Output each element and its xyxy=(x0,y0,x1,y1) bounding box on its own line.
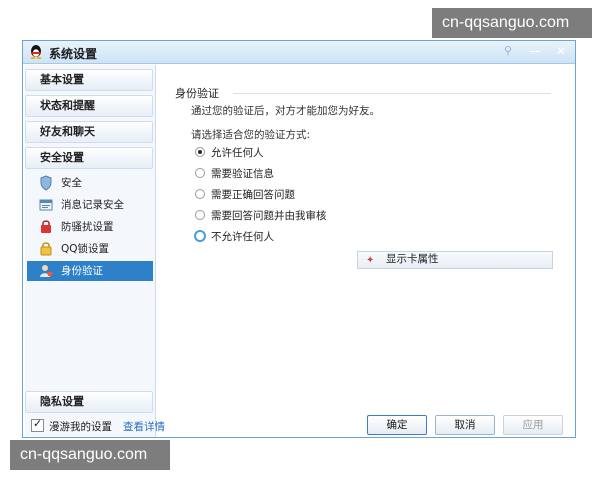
card-icon: ✦ xyxy=(366,255,375,266)
roam-label: 漫游我的设置 xyxy=(49,421,112,433)
sidebar-section-privacy[interactable]: 隐私设置 xyxy=(25,391,153,413)
option-label: 不允许任何人 xyxy=(211,231,274,243)
shield-icon xyxy=(40,175,52,191)
settings-window: 系统设置 ⚲ — ✕ 基本设置 状态和提醒 好友和聊天 安全设置 安全 消息记录… xyxy=(22,40,576,438)
option-label: 需要验证信息 xyxy=(211,168,274,180)
check-icon: ✓ xyxy=(33,417,43,430)
sidebar-item-security[interactable]: 安全 xyxy=(27,173,153,193)
identity-icon xyxy=(40,265,53,277)
group-title: 身份验证 xyxy=(175,87,219,100)
sidebar-item-label: QQ锁设置 xyxy=(61,243,110,255)
group-divider xyxy=(233,93,551,94)
radio-button[interactable] xyxy=(195,189,205,199)
window-title: 系统设置 xyxy=(49,47,98,61)
sidebar-item-anti-harass[interactable]: 防骚扰设置 xyxy=(27,217,153,237)
radio-button[interactable] xyxy=(195,168,205,178)
minimize-button[interactable]: — xyxy=(523,43,547,59)
titlebar: 系统设置 ⚲ — ✕ xyxy=(23,41,575,64)
lock-icon xyxy=(40,242,52,256)
radio-button[interactable] xyxy=(194,230,206,242)
roam-checkbox[interactable]: ✓ xyxy=(31,417,44,432)
option-label: 需要回答问题并由我审核 xyxy=(211,210,327,222)
sidebar-item-label: 消息记录安全 xyxy=(61,199,124,211)
sidebar-section-status[interactable]: 状态和提醒 xyxy=(25,95,153,117)
sidebar-section-friends[interactable]: 好友和聊天 xyxy=(25,121,153,143)
show-card-properties-button[interactable]: ✦ 显示卡属性 xyxy=(357,251,553,269)
pin-icon[interactable]: ⚲ xyxy=(499,43,517,59)
watermark-bottom: cn-qqsanguo.com xyxy=(10,440,170,470)
sidebar-item-identity[interactable]: 身份验证 xyxy=(27,261,153,281)
option-label: 需要正确回答问题 xyxy=(211,189,295,201)
sidebar-item-message-history[interactable]: 消息记录安全 xyxy=(27,195,153,215)
apply-button[interactable]: 应用 xyxy=(503,415,563,435)
watermark-top: cn-qqsanguo.com xyxy=(432,8,592,38)
option-label: 允许任何人 xyxy=(211,147,264,159)
sidebar-section-security[interactable]: 安全设置 xyxy=(25,147,153,169)
radio-button[interactable] xyxy=(195,210,205,220)
description-text: 通过您的验证后，对方才能加您为好友。 xyxy=(191,105,380,117)
content-panel: 身份验证 通过您的验证后，对方才能加您为好友。 请选择适合您的验证方式: 允许任… xyxy=(157,65,573,405)
sidebar-section-basic[interactable]: 基本设置 xyxy=(25,69,153,91)
sidebar-item-label: 安全 xyxy=(61,177,82,189)
message-history-icon xyxy=(39,199,53,211)
ok-button[interactable]: 确定 xyxy=(367,415,427,435)
qq-penguin-icon xyxy=(30,45,42,59)
prompt-text: 请选择适合您的验证方式: xyxy=(191,129,311,141)
radio-button[interactable] xyxy=(195,147,205,157)
sidebar: 基本设置 状态和提醒 好友和聊天 安全设置 安全 消息记录安全 防骚扰设置 QQ… xyxy=(25,65,156,437)
view-details-link[interactable]: 查看详情 xyxy=(123,419,165,434)
cancel-button[interactable]: 取消 xyxy=(435,415,495,435)
anti-harass-icon xyxy=(41,220,51,233)
sidebar-item-label: 防骚扰设置 xyxy=(61,221,114,233)
close-button[interactable]: ✕ xyxy=(549,43,573,59)
sidebar-item-qq-lock[interactable]: QQ锁设置 xyxy=(27,239,153,259)
card-button-label: 显示卡属性 xyxy=(386,253,439,265)
sidebar-item-label: 身份验证 xyxy=(61,265,103,277)
